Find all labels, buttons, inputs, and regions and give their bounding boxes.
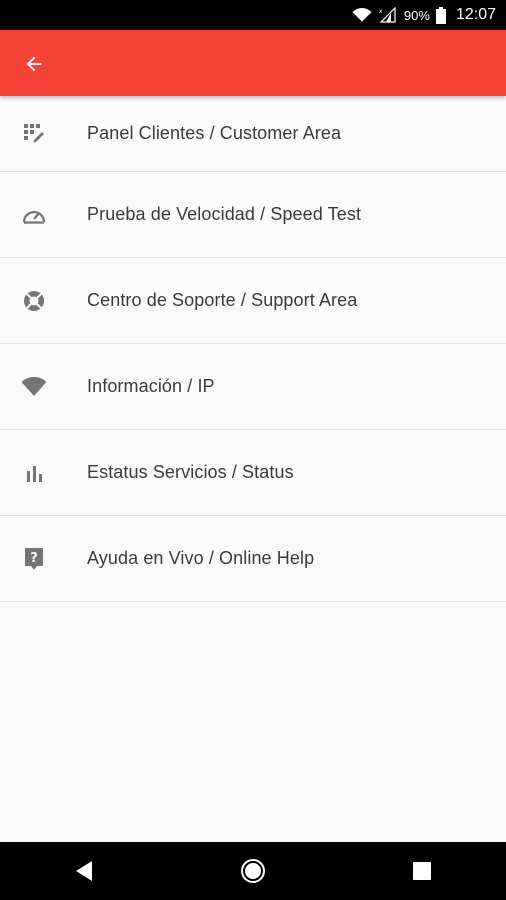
clock: 12:07 <box>455 6 496 23</box>
signal-icon: x <box>378 7 396 23</box>
svg-text:x: x <box>379 8 383 15</box>
status-bar: x 90% 12:07 <box>0 0 506 30</box>
svg-text:?: ? <box>30 551 38 566</box>
lifebuoy-icon <box>19 286 49 316</box>
recents-square-icon <box>412 862 431 880</box>
menu-item-label: Estatus Servicios / Status <box>87 462 294 482</box>
home-circle-icon <box>240 859 265 883</box>
menu-item-label: Ayuda en Vivo / Online Help <box>87 548 315 568</box>
menu-item-label: Prueba de Velocidad / Speed Test <box>87 204 362 224</box>
dashboard-icon <box>19 119 49 149</box>
menu-item-label: Panel Clientes / Customer Area <box>87 123 342 143</box>
nav-back-button[interactable] <box>54 842 114 900</box>
menu-list: Panel Clientes / Customer Area Prueba de… <box>0 96 506 602</box>
speedometer-icon <box>19 200 49 230</box>
nav-home-button[interactable] <box>223 842 283 900</box>
menu-item-service-status[interactable]: Estatus Servicios / Status <box>0 430 506 516</box>
menu-item-support-area[interactable]: Centro de Soporte / Support Area <box>0 258 506 344</box>
back-button[interactable] <box>18 48 50 80</box>
menu-item-label: Información / IP <box>87 376 215 396</box>
menu-item-label: Centro de Soporte / Support Area <box>87 290 358 310</box>
help-icon: ? <box>19 544 49 574</box>
menu-item-online-help[interactable]: ? Ayuda en Vivo / Online Help <box>0 516 506 602</box>
arrow-back-icon <box>26 56 42 72</box>
back-triangle-icon <box>76 861 93 881</box>
nav-recents-button[interactable] <box>392 842 452 900</box>
battery-icon <box>435 6 446 24</box>
wifi-icon <box>352 7 372 23</box>
menu-item-ip-info[interactable]: Información / IP <box>0 344 506 430</box>
battery-percent: 90% <box>403 7 430 23</box>
bar-chart-icon <box>19 458 49 488</box>
wifi-icon <box>19 372 49 402</box>
navigation-bar <box>0 842 506 900</box>
menu-item-speed-test[interactable]: Prueba de Velocidad / Speed Test <box>0 172 506 258</box>
app-bar <box>0 30 506 96</box>
menu-item-customer-area[interactable]: Panel Clientes / Customer Area <box>0 96 506 172</box>
